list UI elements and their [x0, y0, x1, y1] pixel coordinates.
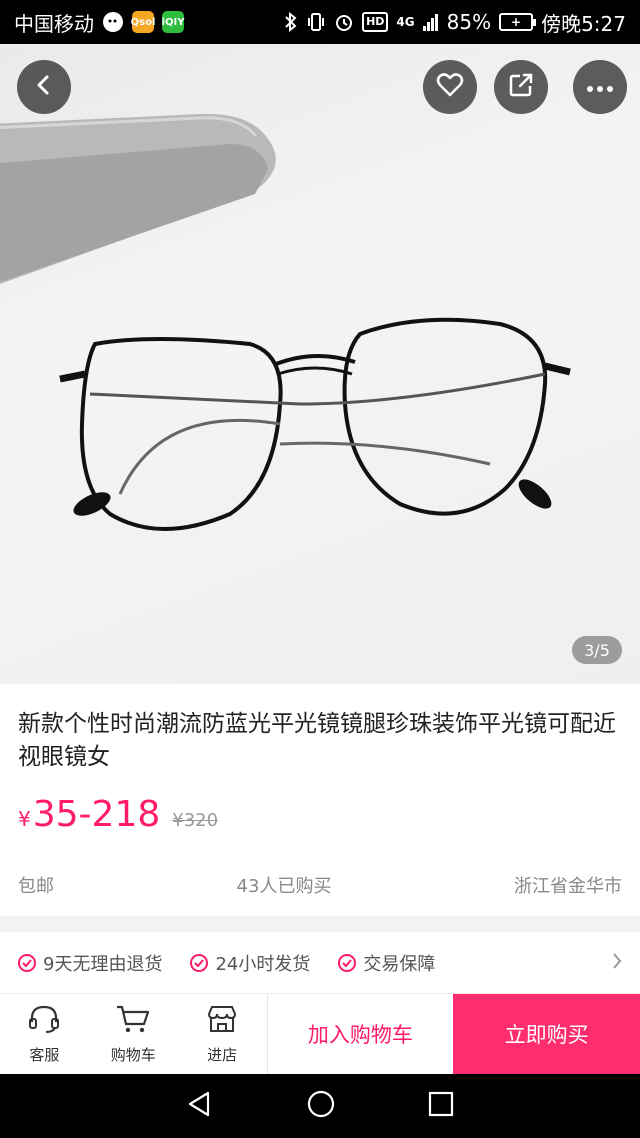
chevron-right-icon	[612, 952, 622, 974]
add-to-cart-button[interactable]: 加入购物车	[266, 994, 454, 1074]
signal-icon	[422, 13, 439, 31]
share-icon	[508, 72, 534, 102]
location-label: 浙江省金华市	[514, 876, 622, 897]
image-counter: 3/5	[572, 636, 622, 664]
shop-label: 进店	[207, 1045, 238, 1064]
buy-now-button[interactable]: 立即购买	[453, 994, 640, 1074]
share-button[interactable]	[494, 60, 548, 114]
heart-icon	[436, 72, 464, 102]
headset-icon	[27, 1004, 61, 1038]
wechat-icon	[102, 11, 124, 33]
check-icon	[190, 953, 209, 972]
guarantee-item: 交易保障	[338, 950, 435, 976]
app-badge-icon: Qsol	[131, 11, 155, 33]
alarm-icon	[334, 12, 354, 32]
check-icon	[338, 953, 357, 972]
battery-icon: +	[499, 13, 537, 31]
more-button[interactable]	[573, 60, 627, 114]
store-icon	[205, 1004, 239, 1038]
battery-percent: 85%	[446, 10, 492, 34]
guarantee-item: 9天无理由退货	[18, 950, 162, 976]
back-button[interactable]	[17, 60, 71, 114]
nav-recents-icon[interactable]	[428, 1091, 454, 1121]
nav-back-icon[interactable]	[186, 1090, 214, 1122]
shipping-label: 包邮	[18, 876, 54, 897]
carrier-label: 中国移动	[14, 11, 94, 36]
clock: 傍晚5:27	[541, 11, 626, 36]
cart-label: 购物车	[110, 1045, 156, 1064]
cart-icon	[115, 1004, 151, 1038]
network-label: 4G	[396, 15, 415, 29]
guarantee-label: 24小时发货	[215, 953, 311, 975]
product-image-carousel[interactable]: 3/5	[0, 44, 640, 684]
status-bar: 中国移动 Qsol iQIY HD 4G 85% + 傍晚5:27	[0, 0, 640, 44]
price-row: ¥ 35-218 ¥320	[18, 794, 218, 835]
guarantee-item: 24小时发货	[190, 950, 310, 976]
product-title: 新款个性时尚潮流防蓝光平光镜镜腿珍珠装饰平光镜可配近视眼镜女	[18, 711, 616, 770]
product-photo	[0, 113, 571, 531]
original-price: ¥320	[172, 810, 219, 831]
favorite-button[interactable]	[423, 60, 477, 114]
service-label: 客服	[29, 1045, 60, 1064]
cart-button[interactable]: 购物车	[89, 994, 178, 1074]
iqiyi-icon: iQIY	[162, 11, 184, 33]
hd-icon: HD	[362, 12, 389, 32]
nav-home-icon[interactable]	[306, 1089, 336, 1123]
bluetooth-icon	[284, 12, 298, 32]
service-button[interactable]: 客服	[0, 994, 89, 1074]
product-meta: 包邮 43人已购买 浙江省金华市	[18, 872, 622, 898]
shop-button[interactable]: 进店	[178, 994, 267, 1074]
vibrate-icon	[306, 12, 326, 32]
action-bar: 客服 购物车 进店 加入购物车 立即购买	[0, 994, 640, 1074]
sold-count: 43人已购买	[236, 876, 332, 897]
guarantee-label: 交易保障	[363, 953, 436, 975]
back-icon	[33, 74, 55, 100]
system-nav-bar	[0, 1074, 640, 1138]
price-symbol: ¥	[18, 807, 31, 831]
guarantee-label: 9天无理由退货	[43, 953, 163, 975]
product-info: 新款个性时尚潮流防蓝光平光镜镜腿珍珠装饰平光镜可配近视眼镜女 ¥ 35-218 …	[0, 684, 640, 916]
guarantee-row[interactable]: 9天无理由退货 24小时发货 交易保障	[0, 932, 640, 994]
price: 35-218	[32, 794, 161, 835]
more-icon	[586, 78, 614, 97]
check-icon	[18, 953, 36, 972]
